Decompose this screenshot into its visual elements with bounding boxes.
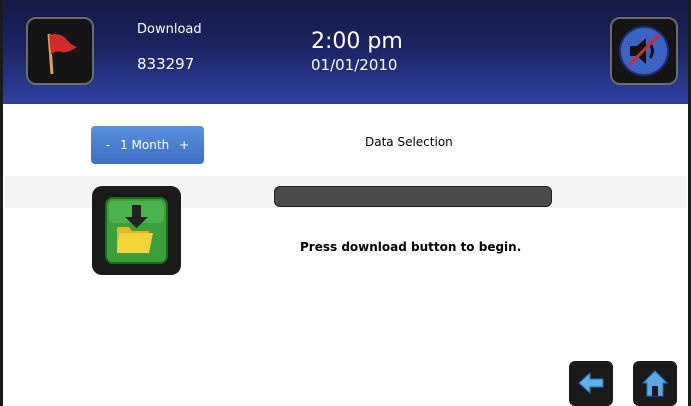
decrease-range-button[interactable]: - <box>106 138 110 152</box>
clock-date: 01/01/2010 <box>311 56 398 74</box>
mute-button[interactable] <box>610 17 678 85</box>
flag-button[interactable] <box>26 17 94 85</box>
month-range-selector[interactable]: - 1 Month + <box>91 126 204 164</box>
increase-range-button[interactable]: + <box>179 138 189 152</box>
range-value: 1 Month <box>120 138 170 152</box>
red-flag-icon <box>47 33 77 75</box>
download-progress-bar <box>274 186 552 207</box>
mode-title: Download <box>137 22 202 37</box>
download-folder-icon <box>105 197 168 264</box>
download-button[interactable] <box>92 186 181 275</box>
panel-title: Data Selection <box>365 135 453 149</box>
status-message: Press download button to begin. <box>300 240 522 254</box>
home-icon <box>642 370 668 397</box>
mode-id: 833297 <box>137 55 195 73</box>
clock-time: 2:00 pm <box>311 29 403 54</box>
back-arrow-icon <box>578 371 604 395</box>
top-bar: Download 833297 2:00 pm 01/01/2010 <box>0 0 691 104</box>
speaker-muted-icon <box>619 26 669 76</box>
home-button[interactable] <box>633 361 677 406</box>
back-button[interactable] <box>569 361 613 406</box>
